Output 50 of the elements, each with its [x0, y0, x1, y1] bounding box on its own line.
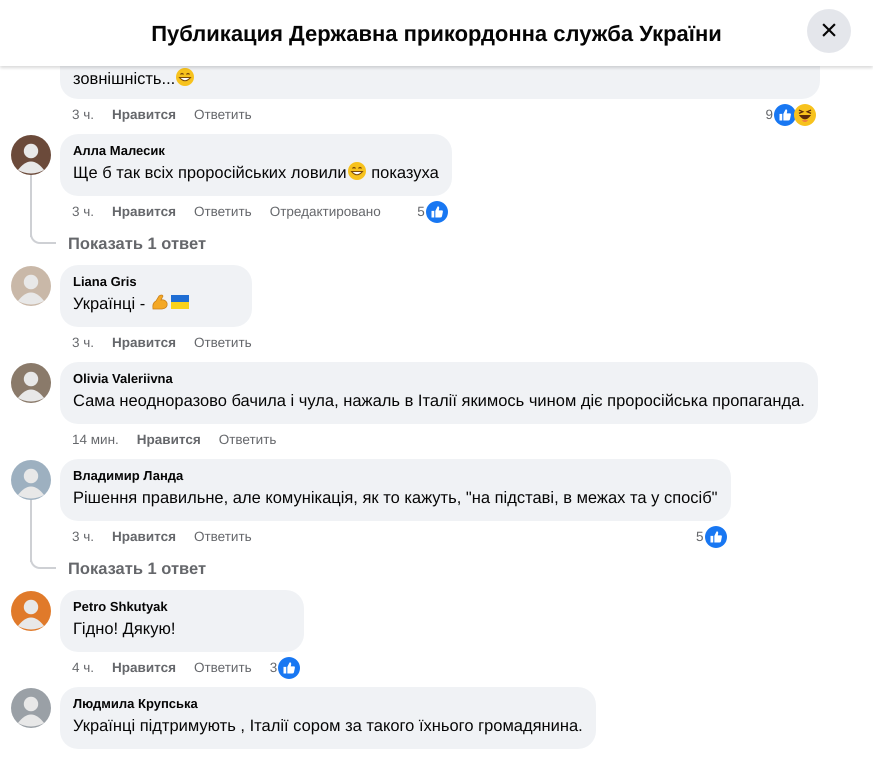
avatar — [11, 363, 51, 403]
comment-text: Українці підтримують , Італії сором за такого їхнього громадянина. — [73, 716, 583, 737]
avatar — [11, 591, 51, 631]
author-name[interactable]: Olivia Valeriivna — [73, 370, 805, 388]
reply-link[interactable]: Ответить — [194, 658, 252, 678]
author-name[interactable]: Алла Малесик — [73, 142, 439, 160]
author-name[interactable]: Владимир Ланда — [73, 467, 718, 485]
flag-icon — [170, 292, 190, 312]
reply-link[interactable]: Ответить — [194, 526, 252, 548]
edited-label: Отредактировано — [270, 202, 381, 221]
like-link[interactable]: Нравится — [112, 526, 176, 548]
comment-text: Гідно! Дякую! — [73, 619, 176, 640]
grin-face-icon — [175, 67, 196, 87]
author-name[interactable]: Petro Shkutyak — [73, 598, 292, 616]
avatar — [11, 135, 51, 175]
avatar — [11, 266, 51, 306]
show-replies-link[interactable]: Показать 1 ответ — [68, 556, 206, 582]
like-link[interactable]: Нравится — [112, 332, 176, 354]
comment-text: Рішення правильне, але комунікація, як то кажуть, "на підставі, в межах та у спосіб" — [73, 488, 718, 509]
author-name[interactable]: Liana Gris — [73, 273, 239, 291]
timestamp[interactable]: 3 ч. — [72, 104, 94, 126]
like-link[interactable]: Нравится — [112, 202, 176, 222]
like-link[interactable]: Нравится — [136, 430, 201, 450]
reaction-count[interactable]: 9 — [765, 104, 773, 126]
like-link[interactable]: Нравится — [112, 104, 176, 126]
timestamp[interactable]: 3 ч. — [72, 202, 94, 222]
timestamp[interactable]: 3 ч. — [72, 526, 94, 548]
timestamp[interactable]: 4 ч. — [72, 658, 94, 678]
comment-text: Сама неодноразово бачила і чула, нажаль в Італії якимось чином діє проросійська пропаганда. — [73, 391, 805, 412]
avatar — [11, 460, 51, 500]
comment-text: Ще б так всіх проросійських ловили показуха — [73, 160, 439, 187]
reply-link[interactable]: Ответить — [218, 430, 276, 450]
grin-face-icon — [346, 161, 367, 181]
timestamp[interactable]: 14 мин. — [72, 430, 119, 450]
reaction-count[interactable]: 5 — [696, 526, 704, 548]
reply-link[interactable]: Ответить — [194, 104, 252, 126]
comment-text: зовнішність... — [73, 66, 807, 93]
show-replies-link[interactable]: Показать 1 ответ — [68, 232, 206, 256]
avatar — [11, 688, 51, 728]
author-name[interactable]: Людмила Крупська — [73, 695, 583, 713]
close-button[interactable]: × — [807, 9, 851, 53]
comment-text: Українці - — [73, 291, 239, 318]
reply-link[interactable]: Ответить — [194, 332, 252, 354]
reaction-count[interactable]: 3 — [270, 658, 278, 678]
flexed-arm-icon — [150, 292, 170, 312]
timestamp[interactable]: 3 ч. — [72, 332, 94, 354]
dialog-title: Публикация Державна прикордонна служба України — [151, 20, 722, 48]
reply-link[interactable]: Ответить — [194, 202, 252, 222]
like-link[interactable]: Нравится — [112, 658, 176, 678]
reaction-count[interactable]: 5 — [417, 202, 425, 222]
